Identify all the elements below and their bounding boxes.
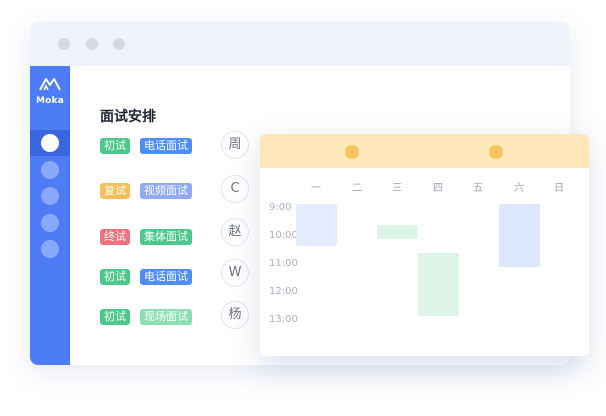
candidate-avatar[interactable]: 周 [221,131,249,159]
weekday-label: 一 [311,183,321,194]
sidebar-nav-item[interactable] [41,214,59,232]
sidebar-nav-item[interactable] [41,240,59,258]
calendar-event-block[interactable] [296,204,337,246]
time-label: 13:00 [269,314,298,325]
candidate-avatar[interactable]: 赵 [221,218,249,246]
time-label: 9:00 [269,202,292,213]
time-label: 10:00 [269,230,298,241]
interview-method-tag: 电话面试 [140,269,192,285]
weekday-label: 五 [473,183,483,194]
binder-ring-icon [345,145,359,159]
binder-ring-icon [489,145,503,159]
candidate-avatar[interactable]: C [221,175,249,203]
stage-tag: 复试 [100,183,130,199]
window-titlebar [30,22,570,66]
weekday-label: 六 [514,183,524,194]
interview-method-tag: 现场面试 [140,309,192,325]
sidebar-nav-item[interactable] [41,187,59,205]
interview-method-tag: 电话面试 [140,138,192,154]
window-control-dot[interactable] [113,38,125,50]
sidebar-nav-item[interactable] [41,134,59,152]
sidebar: Moka [30,66,70,365]
moka-logo-icon [39,78,61,91]
stage-tag: 终试 [100,229,130,245]
weekday-label: 四 [433,183,443,194]
weekday-label: 三 [392,183,402,194]
time-label: 11:00 [269,258,298,269]
logo[interactable]: Moka [30,76,70,112]
sidebar-nav-item[interactable] [41,161,59,179]
weekday-label: 二 [352,183,362,194]
weekday-label: 日 [554,183,564,194]
stage-tag: 初试 [100,138,130,154]
calendar-event-block[interactable] [377,225,418,239]
candidate-avatar[interactable]: 杨 [221,301,249,329]
interview-method-tag: 集体面试 [140,229,192,245]
logo-text: Moka [36,96,64,106]
calendar-event-block[interactable] [499,204,540,267]
section-title: 面试安排 [100,109,156,125]
stage-tag: 初试 [100,269,130,285]
stage-tag: 初试 [100,309,130,325]
window-control-dot[interactable] [86,38,98,50]
calendar-event-block[interactable] [418,253,459,316]
calendar-card: 一 二 三 四 五 六 日 9:00 10:00 11:00 12:00 13:00 [260,134,589,356]
candidate-avatar[interactable]: W [221,259,249,287]
interview-method-tag: 视频面试 [140,183,192,199]
time-label: 12:00 [269,286,298,297]
window-control-dot[interactable] [58,38,70,50]
calendar-header [260,134,589,168]
